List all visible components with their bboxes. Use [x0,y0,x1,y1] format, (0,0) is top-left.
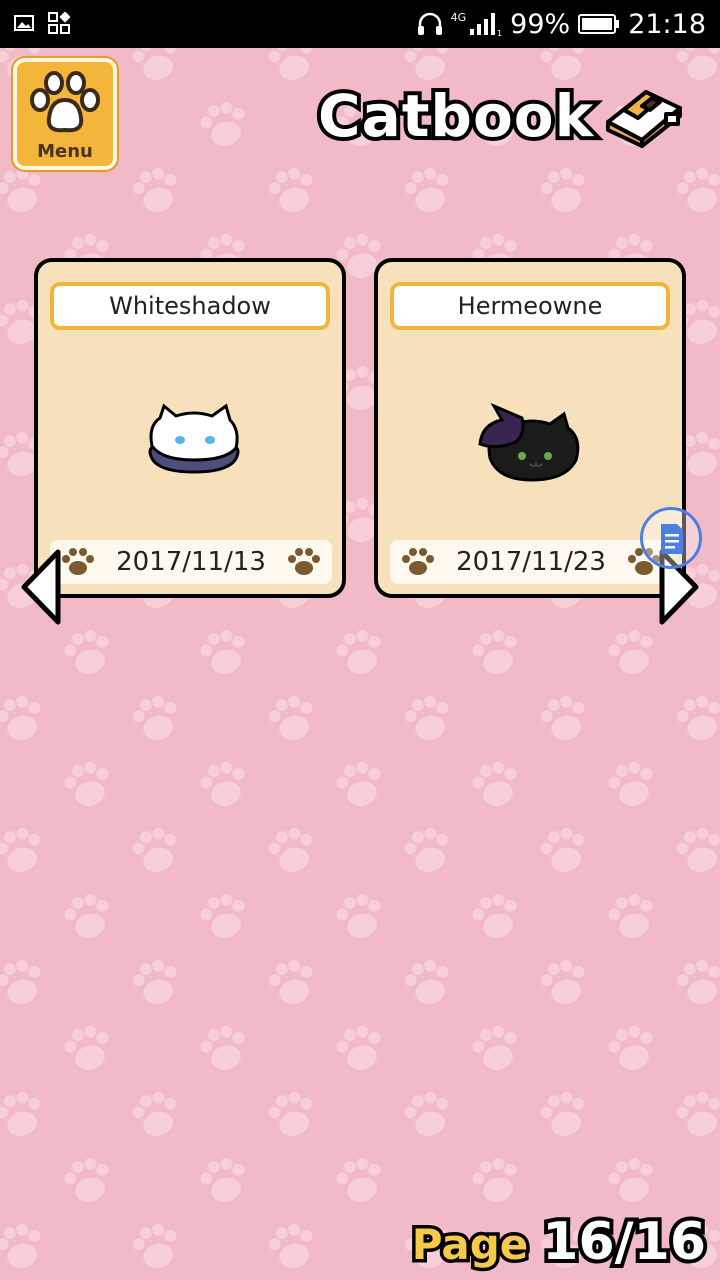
signal-icon: 1 [470,13,502,37]
background-paw [60,889,116,944]
background-paw [604,1153,660,1208]
svg-text:1: 1 [497,29,502,37]
floating-document-button[interactable] [640,507,702,569]
background-paw [332,1021,388,1076]
background-paw [264,1219,320,1274]
background-paw [400,691,456,746]
background-paw [672,691,720,746]
background-paw [0,691,48,746]
date-bar: 2017/11/13 [50,540,332,584]
network-type: 4G [450,10,467,24]
catbook-book-icon [606,90,682,148]
date-bar: 2017/11/23 [390,540,672,584]
background-paw [468,1021,524,1076]
background-paw [196,1021,252,1076]
background-paw [128,691,184,746]
headphones-icon [417,12,442,35]
background-paw [264,823,320,878]
page-indicator: Page 16/16 [408,1208,710,1276]
paw-print-icon [62,548,94,575]
grid-icon [48,12,70,34]
background-paw [0,163,48,218]
white-cat-lying-icon [148,403,240,474]
background-paw [60,1153,116,1208]
background-paw [400,1087,456,1142]
background-paw [536,955,592,1010]
background-paw [332,757,388,812]
background-paw [0,1219,48,1274]
background-paw [672,163,720,218]
adoption-date: 2017/11/13 [116,547,266,577]
adoption-date: 2017/11/23 [456,547,606,577]
background-paw [468,625,524,680]
page-title: Catbook [314,80,597,152]
background-paw [264,163,320,218]
battery-icon [578,14,620,34]
background-paw [536,163,592,218]
image-icon [14,15,34,31]
background-paw [196,97,252,152]
paw-print-icon [288,548,320,575]
background-paw [332,889,388,944]
background-paw [604,1021,660,1076]
background-paw [332,625,388,680]
cat-card[interactable]: Whiteshadow 2017/11/13 [34,258,346,598]
background-paw [400,823,456,878]
background-paw [672,823,720,878]
document-icon [661,524,683,554]
background-paw [128,1219,184,1274]
background-paw [0,1087,48,1142]
background-paw [196,1153,252,1208]
background-paw [264,691,320,746]
background-paw [536,823,592,878]
paw-icon [30,71,100,133]
background-paw [604,889,660,944]
background-paw [60,1021,116,1076]
background-paw [400,955,456,1010]
background-paw [468,889,524,944]
page-label: Page [408,1217,532,1273]
background-paw [672,1087,720,1142]
menu-button[interactable]: Menu [13,58,117,170]
background-paw [400,163,456,218]
cat-name: Whiteshadow [50,282,330,330]
background-paw [128,163,184,218]
cat-card[interactable]: Hermeowne 2017/11/23 [374,258,686,598]
paw-print-icon [402,548,434,575]
background-paw [604,757,660,812]
paw-pattern-background [0,31,720,1274]
background-paw [128,823,184,878]
clock: 21:18 [628,8,706,40]
background-paw [536,691,592,746]
page-number: 16/16 [538,1208,710,1276]
background-paw [468,757,524,812]
background-paw [128,955,184,1010]
background-paw [196,889,252,944]
menu-label: Menu [37,141,93,162]
previous-page-arrow-icon[interactable] [18,548,64,626]
background-paw [196,757,252,812]
cat-name: Hermeowne [390,282,670,330]
background-paw [60,757,116,812]
background-paw [196,625,252,680]
black-cat-witch-hat-icon [478,402,580,482]
page-title-wrap: Catbook [314,80,597,152]
background-paw [264,955,320,1010]
background-paw [128,1087,184,1142]
background-paw [264,1087,320,1142]
background-paw [0,955,48,1010]
background-paw [536,1087,592,1142]
background-paw [0,823,48,878]
background-paw [672,955,720,1010]
background-paw [332,1153,388,1208]
background-paw [604,625,660,680]
background-paw [468,1153,524,1208]
battery-percent: 99% [510,8,571,40]
status-bar: 4G 1 99% 21:18 [0,0,720,48]
background-paw [60,625,116,680]
